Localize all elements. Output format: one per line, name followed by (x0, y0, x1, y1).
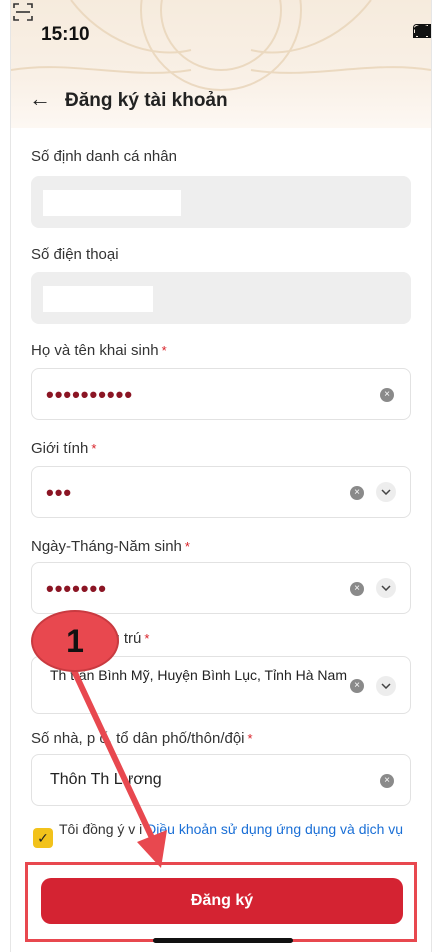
annotation-arrow (66, 657, 167, 868)
app-screen: 15:10 ← Đăng ký tài khoản Số định danh c… (10, 0, 432, 952)
step-number-badge: 1 (31, 610, 119, 672)
